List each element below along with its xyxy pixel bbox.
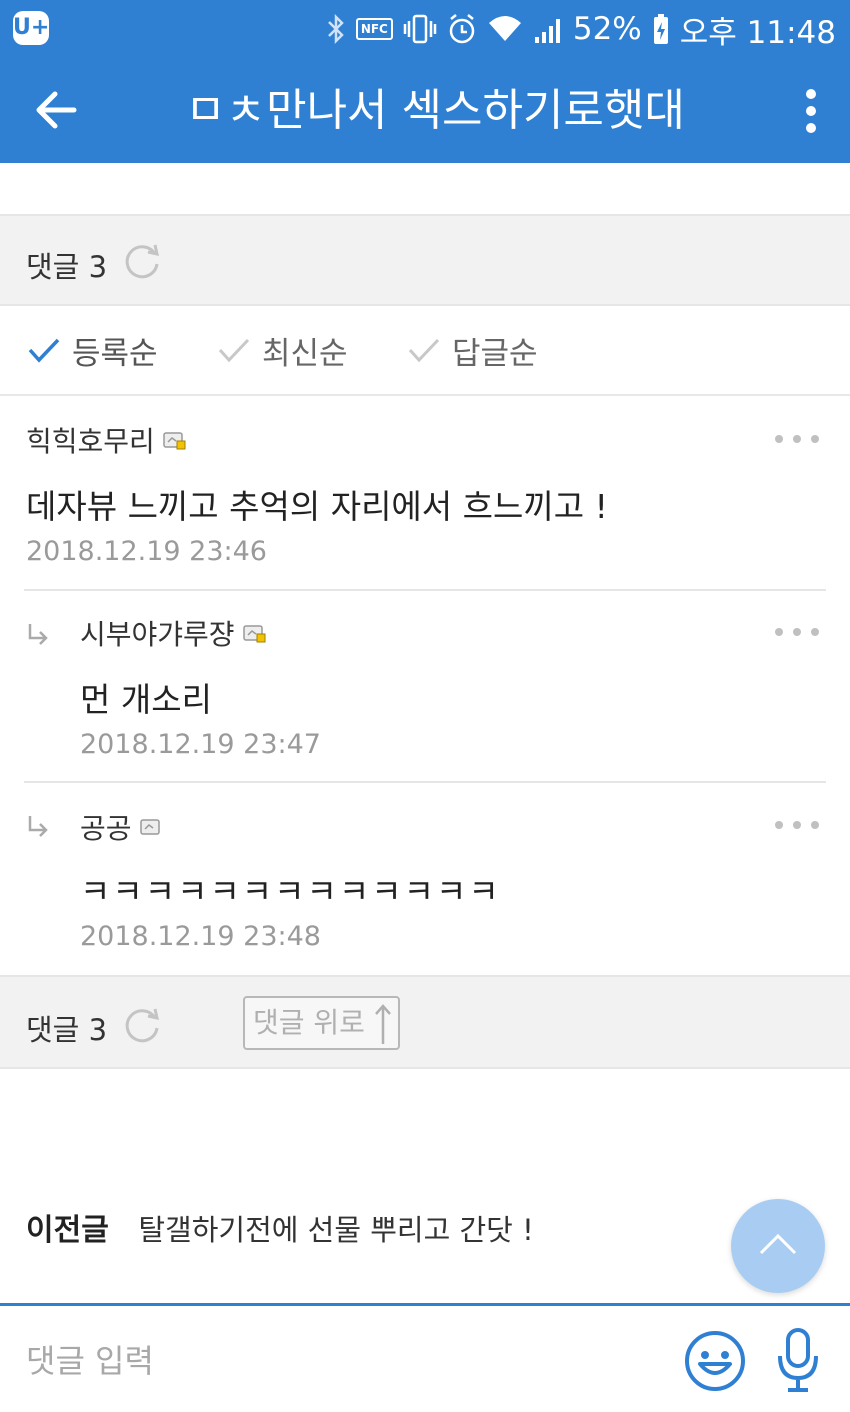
battery-percent: 52% <box>572 11 642 47</box>
comment-item: 시부야갸루쟝 먼 개소리 2018.12.19 23:47 <box>0 591 850 782</box>
comment-date: 2018.12.19 23:48 <box>80 921 321 952</box>
comment-author[interactable]: 힉힉호무리 <box>26 420 187 460</box>
previous-post-title: 탈갤하기전에 선물 뿌리고 간닷 ! <box>138 1213 534 1247</box>
check-icon <box>28 338 60 363</box>
arrow-up-icon <box>375 1004 391 1044</box>
status-time: 오후 11:48 <box>679 14 836 51</box>
microphone-icon[interactable] <box>777 1326 819 1394</box>
scroll-top-fab[interactable] <box>731 1199 825 1293</box>
comment-more-icon[interactable] <box>774 627 820 637</box>
sort-option-label: 최신순 <box>262 335 348 372</box>
vibrate-icon <box>403 14 437 44</box>
sort-option-label: 답글순 <box>452 335 538 372</box>
comments-footer: 댓글 3 <box>0 975 850 1069</box>
sort-bar: 등록순 최신순 답글순 <box>0 306 850 396</box>
comment-author[interactable]: 공공 <box>80 807 164 847</box>
previous-post-label: 이전글 <box>26 1213 109 1248</box>
comment-item: 힉힉호무리 데자뷰 느끼고 추억의 자리에서 흐느끼고 ! 2018.12.19… <box>0 398 850 590</box>
scroll-to-comments-button[interactable]: 댓글 위로 <box>243 996 400 1050</box>
overflow-menu-icon[interactable] <box>804 88 818 134</box>
emoji-icon[interactable] <box>684 1330 746 1392</box>
comment-author[interactable]: 시부야갸루쟝 <box>80 613 267 653</box>
comment-text: ㅋㅋㅋㅋㅋㅋㅋㅋㅋㅋㅋㅋㅋ <box>80 872 501 911</box>
chevron-up-icon <box>759 1233 797 1255</box>
scroll-to-comments-label: 댓글 위로 <box>253 1006 365 1039</box>
status-bar: U+ NFC 52% 오후 11:48 <box>0 0 850 58</box>
sort-option-label: 등록순 <box>72 335 158 372</box>
comment-text: 데자뷰 느끼고 추억의 자리에서 흐느끼고 ! <box>26 487 608 526</box>
comment-more-icon[interactable] <box>774 434 820 444</box>
comments-header: 댓글 3 <box>0 214 850 306</box>
comment-date: 2018.12.19 23:46 <box>26 536 267 567</box>
author-name: 공공 <box>80 812 132 845</box>
sort-option-latest[interactable]: 최신순 <box>216 328 348 372</box>
sort-option-replies[interactable]: 답글순 <box>406 328 538 372</box>
author-name: 시부야갸루쟝 <box>80 618 235 651</box>
reply-arrow-icon <box>28 624 48 645</box>
comment-date: 2018.12.19 23:47 <box>80 729 321 760</box>
nfc-icon: NFC <box>355 18 393 40</box>
alarm-icon <box>449 14 475 44</box>
back-arrow-icon[interactable] <box>30 83 84 137</box>
comment-more-icon[interactable] <box>774 820 820 830</box>
comment-count: 댓글 3 <box>26 1013 108 1047</box>
battery-icon <box>653 14 668 44</box>
app-bar: ㅁㅊ만나서 섹스하기로햇대 <box>0 58 850 163</box>
bluetooth-icon <box>327 13 344 45</box>
refresh-icon[interactable] <box>122 240 162 280</box>
comment-text: 먼 개소리 <box>80 680 212 719</box>
reply-arrow-icon <box>28 816 48 837</box>
app-logo-icon: U+ <box>13 11 49 45</box>
previous-post-link[interactable]: 이전글 탈갤하기전에 선물 뿌리고 간닷 ! <box>26 1205 534 1249</box>
refresh-icon[interactable] <box>122 1004 162 1044</box>
sort-option-registered[interactable]: 등록순 <box>26 328 158 372</box>
member-level-icon <box>163 432 186 450</box>
author-name: 힉힉호무리 <box>26 425 155 458</box>
check-icon <box>218 338 250 363</box>
comment-input[interactable]: 댓글 입력 <box>26 1336 154 1382</box>
status-icons: NFC 52% 오후 11:48 <box>326 8 836 51</box>
member-level-icon <box>242 625 266 643</box>
page-title: ㅁㅊ만나서 섹스하기로햇대 <box>185 85 685 136</box>
wifi-icon <box>488 16 521 41</box>
comment-count: 댓글 3 <box>26 250 108 284</box>
member-level-icon <box>139 819 160 835</box>
check-icon <box>408 338 440 363</box>
comment-input-bar: 댓글 입력 <box>0 1303 850 1412</box>
signal-icon <box>534 19 560 43</box>
comment-item: 공공 ㅋㅋㅋㅋㅋㅋㅋㅋㅋㅋㅋㅋㅋ 2018.12.19 23:48 <box>0 783 850 975</box>
